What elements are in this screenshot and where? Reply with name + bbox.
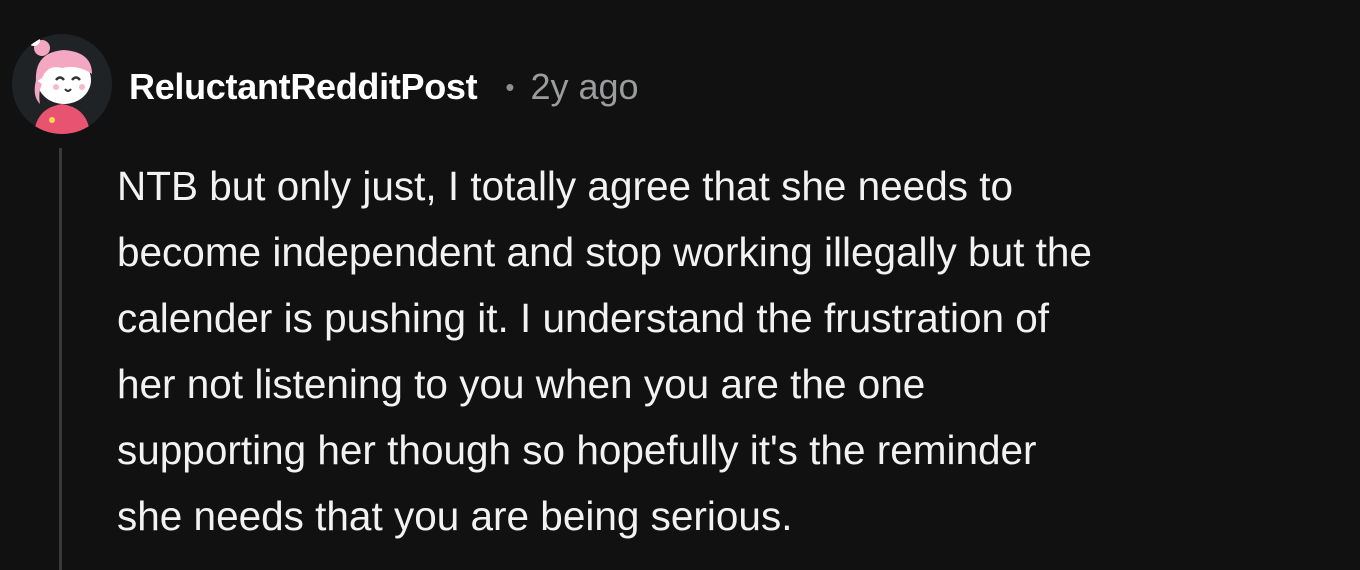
comment-body-line: calender is pushing it. I understand the…	[117, 295, 1050, 341]
comment-body-line: NTB but only just, I totally agree that …	[117, 163, 1014, 209]
comment-body: NTB but only just, I totally agree that …	[117, 153, 1337, 549]
comment-body-line: her not listening to you when you are th…	[117, 361, 926, 407]
comment-body-line: she needs that you are being serious.	[117, 493, 793, 539]
snoo-avatar-icon	[28, 34, 92, 134]
comment-timestamp[interactable]: 2y ago	[530, 66, 638, 108]
comment-body-line: supporting her though so hopefully it's …	[117, 427, 1037, 473]
comment-body-line: become independent and stop working ille…	[117, 229, 1092, 275]
comment-header: ReluctantRedditPost • 2y ago	[129, 64, 639, 110]
author-username[interactable]: ReluctantRedditPost	[129, 66, 478, 108]
meta-separator: •	[505, 71, 515, 102]
comment-card: ReluctantRedditPost • 2y ago NTB but onl…	[0, 0, 1360, 570]
avatar[interactable]	[12, 34, 112, 134]
thread-line[interactable]	[59, 148, 62, 570]
